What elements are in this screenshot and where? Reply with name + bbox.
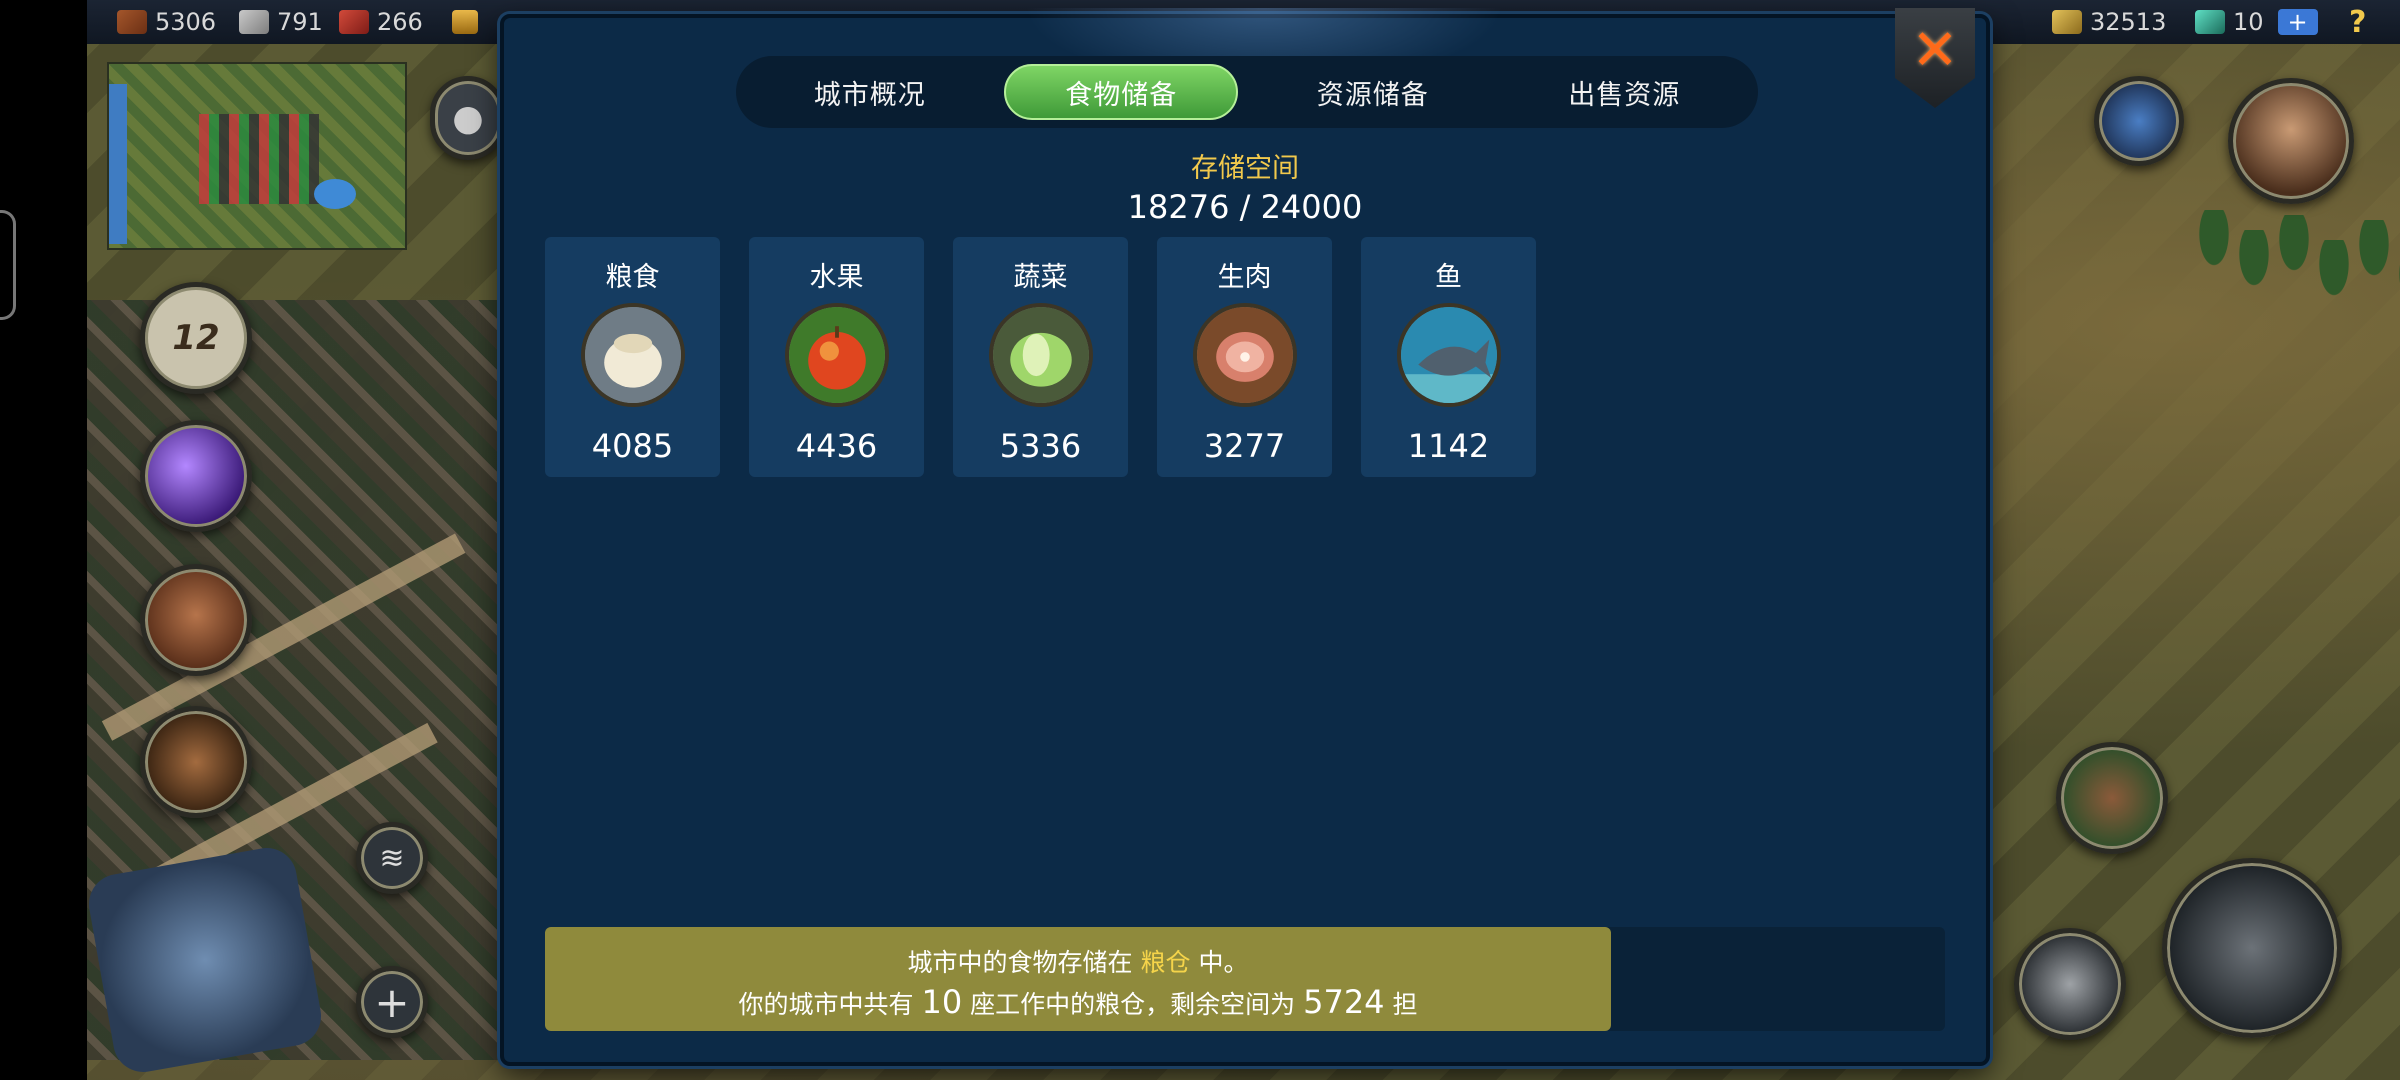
tree: [2357, 220, 2391, 280]
resource-jade[interactable]: 10 +: [2195, 6, 2318, 38]
kingdom-emblem-button[interactable]: [2094, 76, 2184, 166]
gourd-button[interactable]: [2056, 742, 2168, 854]
help-button[interactable]: ?: [2349, 4, 2367, 40]
meat-icon: [1192, 303, 1297, 407]
resource-value: 5306: [155, 8, 217, 36]
tree: [2277, 215, 2311, 275]
magic-orb-button[interactable]: [140, 420, 252, 532]
close-icon: ✕: [1911, 17, 1959, 83]
plus-icon: +: [374, 977, 410, 1027]
storage-space-title: 存储空间: [1191, 153, 1299, 184]
food-amount: 4436: [795, 427, 878, 465]
storage-info-bar: 城市中的食物存储在 粮仓 中。 你的城市中共有 10 座工作中的粮仓，剩余空间为…: [545, 927, 1945, 1031]
wood-icon: [117, 10, 147, 34]
food-card-grain[interactable]: 粮食 4085: [545, 237, 720, 477]
stone-icon: [239, 10, 269, 34]
speech-bubble-icon: ●: [452, 97, 484, 139]
backpack-button[interactable]: [140, 564, 252, 676]
food-card-fish[interactable]: 鱼 1142: [1361, 237, 1536, 477]
info-text: 中。: [1198, 948, 1249, 977]
resource-more[interactable]: [452, 6, 478, 38]
grain-sack-icon: [580, 303, 685, 407]
tree: [2197, 210, 2231, 270]
fish-icon: [1396, 303, 1501, 407]
resource-gold[interactable]: 32513: [2052, 6, 2166, 38]
close-button[interactable]: ✕: [1895, 8, 1975, 108]
food-list: 粮食 4085 水果 4436 蔬菜 5336 生肉 3277 鱼 1142: [545, 237, 1536, 477]
market-cart-button[interactable]: [140, 706, 252, 818]
gold-ingot-icon: [2052, 10, 2082, 34]
food-card-vegetable[interactable]: 蔬菜 5336: [953, 237, 1128, 477]
resource-value: 266: [377, 8, 423, 36]
tree: [2317, 240, 2351, 300]
food-name: 生肉: [1217, 262, 1272, 293]
granary-link-text: 粮仓: [1140, 948, 1191, 977]
resource-value: 10: [2233, 8, 2264, 36]
resource-value: 791: [277, 8, 323, 36]
gold-bars-icon: [452, 10, 478, 34]
food-amount: 4085: [591, 427, 674, 465]
resource-brick[interactable]: 266: [339, 6, 423, 38]
info-line-1: 城市中的食物存储在 粮仓 中。: [545, 943, 1611, 979]
storage-space-value: 18276 / 24000: [1127, 188, 1363, 226]
food-amount: 3277: [1203, 427, 1286, 465]
tree: [2237, 230, 2271, 290]
remaining-space-value: 5724: [1303, 983, 1385, 1021]
side-notch: [0, 210, 16, 320]
blueprint-map-button[interactable]: [84, 843, 326, 1077]
tab-city-overview[interactable]: 城市概况: [753, 64, 987, 120]
food-name: 蔬菜: [1013, 262, 1068, 293]
minimap-city: [199, 114, 319, 204]
resource-value: 32513: [2090, 8, 2167, 36]
shovel-button[interactable]: [2014, 928, 2126, 1040]
minimap[interactable]: [107, 62, 407, 250]
food-amount: 5336: [999, 427, 1082, 465]
resource-stone[interactable]: 791: [239, 6, 323, 38]
apple-icon: [784, 303, 889, 407]
granary-count: 10: [921, 983, 963, 1021]
info-text: 你的城市中共有: [738, 990, 914, 1019]
cabbage-icon: [988, 303, 1093, 407]
calendar-day: 12: [172, 318, 220, 358]
tab-food-storage[interactable]: 食物储备: [1004, 64, 1239, 120]
calendar-button[interactable]: 12: [140, 282, 252, 394]
food-name: 鱼: [1435, 262, 1462, 293]
info-line-2: 你的城市中共有 10 座工作中的粮仓，剩余空间为 5724 担: [545, 983, 1611, 1021]
layers-icon: ≋: [379, 840, 405, 876]
info-text: 座工作中的粮仓，剩余空间为: [970, 990, 1296, 1019]
brick-icon: [339, 10, 369, 34]
minimap-water: [109, 84, 127, 244]
food-name: 粮食: [605, 262, 660, 293]
info-text: 城市中的食物存储在: [907, 948, 1133, 977]
food-name: 水果: [809, 262, 864, 293]
help-icon: ?: [2349, 4, 2367, 40]
zoom-plus-button[interactable]: +: [356, 966, 428, 1038]
food-card-fruit[interactable]: 水果 4436: [749, 237, 924, 477]
tab-resource-storage[interactable]: 资源储备: [1256, 64, 1490, 120]
food-amount: 1142: [1407, 427, 1490, 465]
city-storage-dialog: ✕ 城市概况 食物储备 资源储备 出售资源 存储空间 18276 / 24000…: [500, 8, 1990, 1066]
screen-left-border: [0, 0, 87, 1080]
chat-button[interactable]: ●: [430, 76, 506, 160]
layers-button[interactable]: ≋: [356, 822, 428, 894]
dialog-tabs: 城市概况 食物储备 资源储备 出售资源: [736, 56, 1758, 128]
unit-text: 担: [1392, 990, 1418, 1019]
info-highlight-panel: 城市中的食物存储在 粮仓 中。 你的城市中共有 10 座工作中的粮仓，剩余空间为…: [545, 927, 1611, 1031]
minimap-lake: [314, 179, 356, 209]
build-hammer-button[interactable]: [2162, 858, 2342, 1038]
jade-icon: [2195, 10, 2225, 34]
advisor-portrait-button[interactable]: [2228, 78, 2354, 204]
add-jade-button[interactable]: +: [2277, 9, 2318, 35]
resource-wood[interactable]: 5306: [117, 6, 216, 38]
food-card-raw-meat[interactable]: 生肉 3277: [1157, 237, 1332, 477]
tab-sell-resources[interactable]: 出售资源: [1507, 64, 1741, 120]
